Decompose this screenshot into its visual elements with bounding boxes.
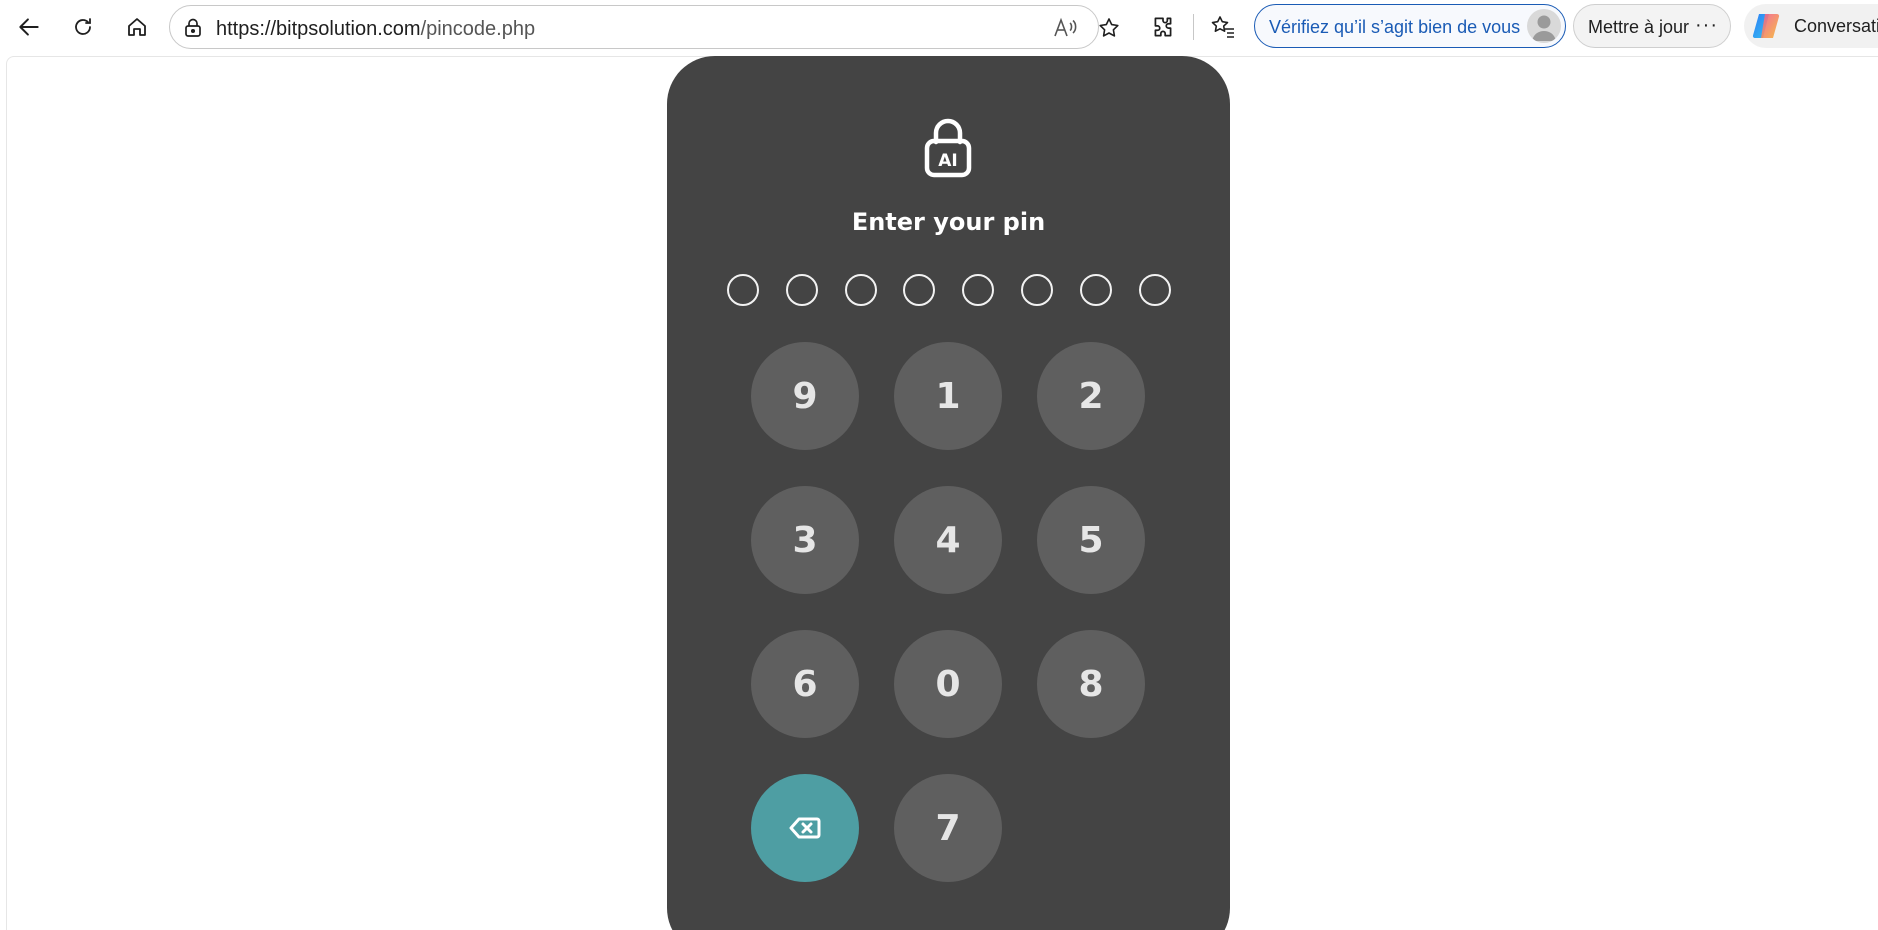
update-button[interactable]: Mettre à jour ··· xyxy=(1573,4,1731,48)
key-label: 9 xyxy=(792,375,818,417)
pin-slot xyxy=(844,274,877,306)
pin-slot xyxy=(785,274,818,306)
copilot-button[interactable]: Conversati xyxy=(1744,4,1878,48)
home-icon[interactable] xyxy=(118,8,156,46)
key-1[interactable]: 1 xyxy=(894,342,1002,450)
backspace-button[interactable] xyxy=(751,774,859,882)
update-label: Mettre à jour xyxy=(1588,17,1690,37)
key-9[interactable]: 9 xyxy=(751,342,859,450)
pin-slot xyxy=(1079,274,1112,306)
pin-slot xyxy=(727,274,759,306)
lock-ai-icon: AI xyxy=(922,118,974,178)
more-icon[interactable]: ··· xyxy=(1695,14,1718,37)
key-3[interactable]: 3 xyxy=(751,486,859,594)
address-bar[interactable]: https://bitpsolution.com/pincode.php xyxy=(169,5,1119,49)
lock-icon[interactable] xyxy=(182,17,204,39)
key-0[interactable]: 0 xyxy=(894,630,1002,738)
key-label: 1 xyxy=(935,375,961,417)
pin-card: AI Enter your pin 9 1 2 3 4 5 6 0 8 7 xyxy=(667,56,1230,930)
verify-identity-label: Vérifiez qu’il s’agit bien de vous xyxy=(1269,17,1521,37)
key-label: 3 xyxy=(792,519,818,561)
pin-slot xyxy=(1021,274,1053,306)
key-label: 6 xyxy=(792,663,818,705)
pin-slot xyxy=(962,274,995,306)
url-domain: https://bitpsolution.com xyxy=(216,18,421,40)
key-label: 5 xyxy=(1078,519,1104,561)
key-label: 0 xyxy=(935,663,961,705)
pin-slot xyxy=(1138,274,1171,306)
pin-slot xyxy=(903,274,936,306)
key-label: 8 xyxy=(1078,663,1104,705)
profile-avatar[interactable] xyxy=(1527,9,1561,43)
toolbar-divider xyxy=(1193,14,1194,40)
key-5[interactable]: 5 xyxy=(1037,486,1145,594)
extensions-icon[interactable] xyxy=(1144,8,1182,46)
url-text[interactable]: https://bitpsolution.com/pincode.php xyxy=(216,18,535,41)
favorite-star-icon[interactable] xyxy=(1095,14,1123,42)
browser-toolbar: https://bitpsolution.com/pincode.php Vér… xyxy=(0,0,1878,53)
key-8[interactable]: 8 xyxy=(1037,630,1145,738)
key-label: 4 xyxy=(935,519,961,561)
copilot-label: Conversati xyxy=(1794,16,1878,36)
pin-title: Enter your pin xyxy=(851,208,1046,236)
read-aloud-icon[interactable] xyxy=(1052,14,1080,42)
back-icon[interactable] xyxy=(10,8,48,46)
favorites-icon[interactable] xyxy=(1204,8,1242,46)
url-path: /pincode.php xyxy=(420,18,536,40)
key-7[interactable]: 7 xyxy=(894,774,1002,882)
key-label: 2 xyxy=(1078,375,1104,417)
key-4[interactable]: 4 xyxy=(894,486,1002,594)
pin-indicator xyxy=(727,274,1177,308)
key-label: 7 xyxy=(935,807,961,849)
refresh-icon[interactable] xyxy=(64,8,102,46)
key-6[interactable]: 6 xyxy=(751,630,859,738)
copilot-icon xyxy=(1750,9,1784,43)
backspace-icon xyxy=(789,808,821,849)
verify-identity-button[interactable]: Vérifiez qu’il s’agit bien de vous xyxy=(1254,4,1566,48)
lock-ai-label: AI xyxy=(938,151,957,171)
key-2[interactable]: 2 xyxy=(1037,342,1145,450)
